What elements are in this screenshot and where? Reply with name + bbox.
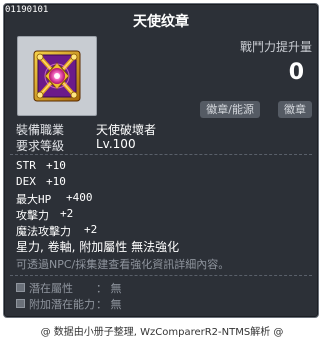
level-value: Lv.100 bbox=[96, 137, 136, 151]
bonus-potential-label: 附加潛在能力 bbox=[29, 298, 95, 311]
potential-value: ： 無 bbox=[96, 282, 122, 295]
stat-value-magic-attack: +2 bbox=[84, 223, 98, 236]
bonus-potential-bullet-icon bbox=[16, 299, 25, 308]
stat-label-max-hp: 最大HP bbox=[16, 193, 52, 206]
stat-label-attack: 攻擊力 bbox=[16, 209, 49, 222]
item-tooltip: 01190101 天使纹章 戰鬥力提升量 0 徽章/能源 徽章 裝備職業 天使破… bbox=[3, 3, 319, 318]
footer-credit: @ 数据由小册子整理, WzComparerR2-NTMS解析 @ bbox=[40, 327, 284, 338]
stat-value-dex: +10 bbox=[46, 175, 66, 188]
job-label: 裝備職業 bbox=[16, 123, 65, 137]
category-tag-emblem-source: 徽章/能源 bbox=[200, 101, 260, 118]
combat-power-label: 戰鬥力提升量 bbox=[239, 40, 312, 54]
stat-value-str: +10 bbox=[46, 159, 66, 172]
category-tag-emblem: 徽章 bbox=[278, 101, 312, 118]
potential-row: 潛在屬性 bbox=[16, 280, 73, 296]
enhance-hint: 可透過NPC/採集建查看強化資訊詳細內容。 bbox=[16, 258, 230, 271]
stat-label-dex: DEX bbox=[16, 175, 36, 188]
divider bbox=[10, 275, 312, 276]
stat-value-max-hp: +400 bbox=[66, 191, 93, 204]
stat-value-attack: +2 bbox=[60, 207, 74, 220]
stat-label-magic-attack: 魔法攻擊力 bbox=[16, 225, 71, 238]
potential-bullet-icon bbox=[16, 283, 25, 292]
item-icon-box bbox=[17, 36, 97, 116]
bonus-potential-row: 附加潛在能力 bbox=[16, 296, 95, 312]
level-label: 要求等級 bbox=[16, 139, 65, 153]
emblem-icon bbox=[33, 50, 81, 102]
item-properties: 星力, 卷軸, 附加屬性 無法強化 bbox=[16, 240, 180, 254]
potential-label: 潛在屬性 bbox=[29, 282, 73, 295]
item-name: 天使纹章 bbox=[133, 14, 189, 30]
combat-power-value: 0 bbox=[288, 60, 304, 85]
stat-label-str: STR bbox=[16, 159, 36, 172]
job-value: 天使破壞者 bbox=[96, 123, 157, 137]
bonus-potential-value: ： 無 bbox=[96, 298, 122, 311]
divider bbox=[10, 154, 312, 155]
